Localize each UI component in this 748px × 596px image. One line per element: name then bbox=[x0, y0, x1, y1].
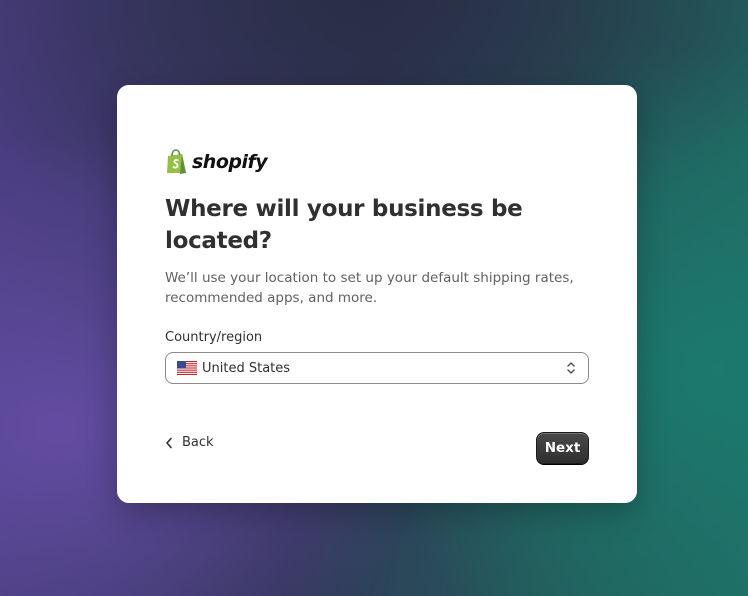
page-title: Where will your business be located? bbox=[165, 196, 523, 254]
selected-country: United States bbox=[202, 360, 291, 376]
shopify-logo: shopify bbox=[165, 148, 268, 176]
page-subtitle: We’ll use your location to set up your d… bbox=[165, 270, 574, 306]
country-region-select[interactable]: United States bbox=[165, 352, 589, 384]
next-button[interactable]: Next bbox=[536, 432, 589, 464]
select-arrows-icon bbox=[567, 362, 575, 374]
shopify-wordmark: shopify bbox=[192, 151, 268, 173]
us-flag-icon bbox=[177, 361, 197, 375]
onboarding-card: shopify Where will your business be loca… bbox=[117, 85, 637, 503]
country-region-label: Country/region bbox=[165, 330, 263, 345]
chevron-left-icon bbox=[166, 437, 172, 448]
shopify-bag-icon bbox=[167, 149, 186, 174]
back-label: Back bbox=[182, 435, 214, 450]
back-button[interactable]: Back bbox=[165, 435, 214, 450]
